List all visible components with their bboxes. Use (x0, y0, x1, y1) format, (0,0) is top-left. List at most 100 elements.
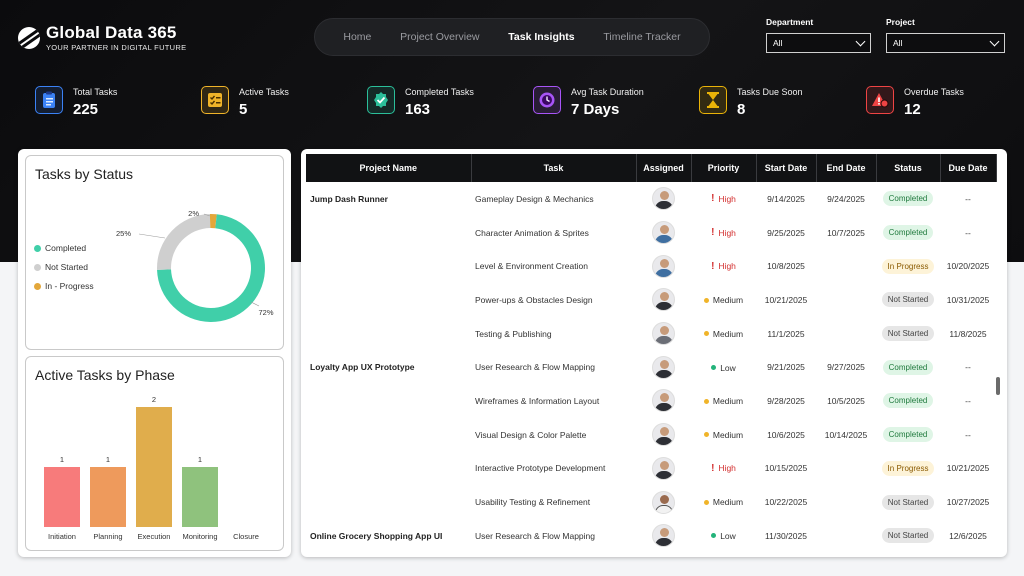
cell-priority: Low (691, 519, 756, 553)
cell-end-date: 10/7/2025 (827, 227, 865, 238)
cell-start-date: 10/8/2025 (767, 261, 805, 272)
department-select[interactable]: All (766, 33, 871, 53)
avatar[interactable] (652, 322, 675, 346)
exclamation-icon: ! (711, 260, 715, 272)
avatar[interactable] (652, 187, 675, 211)
avatar[interactable] (652, 490, 675, 514)
alert-icon (866, 86, 894, 114)
donut-slice-not-started[interactable] (157, 214, 211, 270)
table-row[interactable]: Wireframes & Information Layout Medium 9/2… (306, 384, 996, 418)
col-header-assigned[interactable]: Assigned (636, 154, 692, 182)
priority-dot-icon (711, 365, 717, 371)
avatar[interactable] (652, 355, 675, 379)
cell-priority: Medium (691, 317, 756, 351)
slice-label-not-started: 25% (116, 229, 131, 238)
priority-indicator: ! High (711, 193, 736, 204)
col-header-end[interactable]: End Date (816, 154, 877, 182)
nav-task-insights[interactable]: Task Insights (508, 31, 574, 43)
nav-project-overview[interactable]: Project Overview (400, 31, 479, 43)
cell-project: Online Grocery Shopping App UI (310, 530, 443, 541)
col-header-task[interactable]: Task (471, 154, 637, 182)
phase-bar-chart: 1 Initiation 1 Planning 2 Execution 1 Monitorin… (44, 395, 259, 541)
legend-item: Completed (34, 243, 94, 253)
status-badge: Completed (882, 359, 934, 375)
nav-home[interactable]: Home (343, 31, 371, 43)
brand-mark-icon (18, 27, 40, 49)
priority-label: High (718, 463, 736, 474)
col-header-project[interactable]: Project Name (306, 154, 472, 182)
bar-monitoring[interactable] (182, 467, 218, 527)
avatar[interactable] (652, 254, 675, 278)
kpi-label: Active Tasks (239, 87, 289, 97)
col-header-due[interactable]: Due Date (940, 154, 997, 182)
avatar[interactable] (652, 456, 675, 480)
nav-timeline-tracker[interactable]: Timeline Tracker (603, 31, 680, 43)
kpi-value: 225 (73, 101, 99, 118)
legend-item: In - Progress (34, 281, 94, 291)
avatar[interactable] (652, 423, 675, 447)
avatar[interactable] (652, 389, 675, 413)
cell-end-date (816, 485, 876, 519)
cell-project (306, 283, 471, 317)
cell-assigned (636, 216, 691, 250)
priority-indicator: Medium (703, 329, 743, 339)
legend-swatch (34, 244, 41, 252)
cell-task: User Research & Flow Mapping (475, 530, 595, 541)
legend-swatch (34, 263, 41, 271)
legend-label: In - Progress (45, 281, 94, 291)
cell-assigned (636, 384, 691, 418)
clock-icon (533, 86, 561, 114)
bar-execution[interactable] (136, 407, 172, 527)
cell-end-date (816, 249, 876, 283)
cell-end-date (816, 317, 876, 351)
cell-status: Not Started (876, 519, 940, 553)
bar-initiation[interactable] (44, 467, 80, 527)
status-badge: Not Started (881, 528, 935, 544)
checklist-icon (201, 86, 229, 114)
cell-task: Gameplay Design & Mechanics (475, 193, 594, 204)
col-header-priority[interactable]: Priority (691, 154, 757, 182)
department-select-value: All (773, 38, 783, 48)
col-header-start[interactable]: Start Date (756, 154, 817, 182)
cell-end-date: 9/24/2025 (827, 193, 865, 204)
kpi-label: Avg Task Duration (571, 87, 644, 97)
priority-dot-icon (703, 331, 709, 337)
priority-label: Medium (712, 396, 744, 407)
cell-assigned (636, 317, 691, 351)
project-select[interactable]: All (886, 33, 1005, 53)
chevron-down-icon (989, 36, 1000, 47)
table-row[interactable]: Interactive Prototype Development! High 10… (306, 452, 996, 486)
avatar[interactable] (652, 524, 675, 548)
table-row[interactable]: Visual Design & Color Palette Medium 10/6/… (306, 418, 996, 452)
cell-priority: ! High (691, 249, 756, 283)
priority-label: High (718, 227, 736, 238)
avatar[interactable] (652, 288, 675, 312)
table-row[interactable]: Level & Environment Creation! High 10/8/20… (306, 249, 996, 283)
table-scrollbar[interactable] (996, 377, 1000, 395)
main-nav: Home Project Overview Task Insights Time… (314, 18, 710, 56)
cell-assigned (636, 350, 691, 384)
cell-project (306, 317, 471, 351)
kpi-value: 5 (239, 101, 248, 118)
hourglass-icon (699, 86, 727, 114)
bar-planning[interactable] (90, 467, 126, 527)
table-row[interactable]: Character Animation & Sprites! High 9/25/2… (306, 216, 996, 250)
kpi-value: 7 Days (571, 101, 620, 118)
table-row[interactable]: Loyalty App UX Prototype User Research & … (306, 350, 996, 384)
priority-label: Low (720, 362, 736, 373)
table-row[interactable]: Power-ups & Obstacles Design Medium 10/21/… (306, 283, 996, 317)
status-badge: Not Started (881, 326, 935, 342)
table-row[interactable]: Testing & Publishing Medium 11/1/2025 Not S… (306, 317, 996, 351)
table-row[interactable]: Jump Dash Runner Gameplay Design & Mechan… (306, 182, 996, 216)
cell-start-date: 10/6/2025 (767, 429, 805, 440)
cell-priority: Medium (691, 418, 756, 452)
avatar[interactable] (652, 221, 675, 245)
kpi-active-tasks: Active Tasks 5 (201, 86, 289, 118)
priority-indicator: Medium (703, 295, 743, 305)
cell-task: Interactive Prototype Development (475, 463, 606, 474)
priority-label: Medium (712, 429, 744, 440)
table-row[interactable]: Online Grocery Shopping App UI User Resea… (306, 519, 996, 553)
priority-indicator: Medium (703, 497, 743, 507)
table-row[interactable]: Usability Testing & Refinement Medium 10/2… (306, 485, 996, 519)
col-header-status[interactable]: Status (876, 154, 941, 182)
